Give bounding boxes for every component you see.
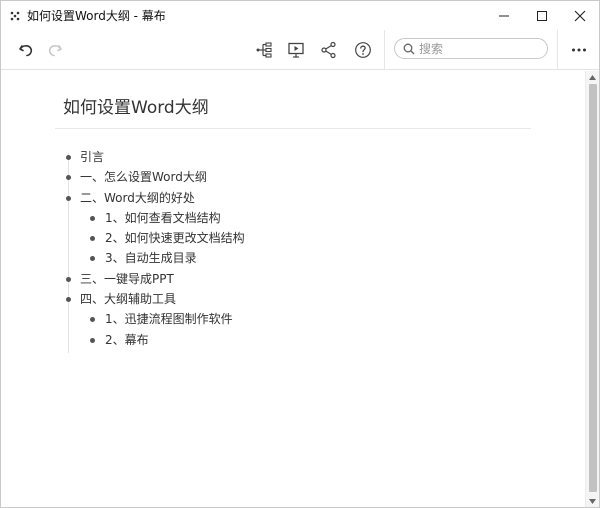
minimize-icon [499,15,509,16]
outline-item-text[interactable]: 1、如何查看文档结构 [105,211,221,225]
outline-item-text[interactable]: 二、Word大纲的好处 [80,191,195,205]
mindmap-button[interactable] [252,38,276,62]
outline-list: 引言一、怎么设置Word大纲 二、Word大纲的好处 1、如何查看文档结构 2、如何快… [63,147,245,350]
document-content: 如何设置Word大纲 引言一、怎么设置Word大纲 二、Word大纲的好处 1、如何… [1,71,585,507]
window-controls [485,1,599,30]
mindmap-icon [256,42,272,58]
outline-item-text[interactable]: 2、如何快速更改文档结构 [105,231,245,245]
bullet-icon[interactable] [90,256,95,262]
bullet-icon[interactable] [90,236,95,242]
redo-button[interactable] [43,38,67,62]
redo-icon [48,45,62,57]
outline-item[interactable]: 四、大纲辅助工具 [63,289,245,309]
outline-item-text[interactable]: 3、自动生成目录 [105,251,197,265]
outline-item[interactable]: 1、迅捷流程图制作软件 [63,309,245,329]
maximize-button[interactable] [523,1,561,30]
minimize-button[interactable] [485,1,523,30]
scroll-up-button[interactable] [586,71,599,83]
outline-item-text[interactable]: 四、大纲辅助工具 [80,292,176,306]
scroll-down-arrow-icon [589,498,596,504]
outline-item-text[interactable]: 三、一键导成PPT [80,272,174,286]
outline-item[interactable]: 三、一键导成PPT [63,269,245,289]
search-input[interactable] [419,41,539,56]
bullet-icon[interactable] [90,337,95,343]
scroll-up-arrow-icon [589,74,596,80]
more-button[interactable] [567,38,591,62]
outline-item-text[interactable]: 一、怎么设置Word大纲 [80,170,207,184]
outline-item[interactable]: 1、如何查看文档结构 [63,208,245,228]
search-box[interactable] [394,38,548,59]
undo-icon [19,45,33,57]
outline-item[interactable]: 2、幕布 [63,330,245,350]
outline-item[interactable]: 3、自动生成目录 [63,248,245,268]
undo-button[interactable] [14,38,38,62]
help-button[interactable] [351,38,375,62]
bullet-icon[interactable] [90,215,95,221]
more-dots-icon [572,48,586,52]
bullet-icon[interactable] [66,297,71,303]
outline-item[interactable]: 引言 [63,147,245,167]
close-button[interactable] [561,1,599,30]
mubu-logo-icon [9,10,21,22]
bullet-icon[interactable] [66,276,71,282]
maximize-icon [537,10,547,21]
outline-item-text[interactable]: 2、幕布 [105,333,149,347]
presentation-button[interactable] [284,38,308,62]
outline-item-text[interactable]: 1、迅捷流程图制作软件 [105,312,233,326]
scroll-down-button[interactable] [586,495,599,507]
vertical-scrollbar[interactable] [585,71,599,507]
bullet-icon[interactable] [66,195,71,201]
presentation-icon [288,42,304,58]
toolbar [1,30,599,70]
outline-item[interactable]: 2、如何快速更改文档结构 [63,228,245,248]
title-bar: 如何设置Word大纲 - 幕布 [1,1,599,30]
app-window: 如何设置Word大纲 - 幕布 搜索 如何设置Word大纲 引言 一、怎么设置W… [0,0,600,508]
outline-item[interactable]: 一、怎么设置Word大纲 [63,167,245,187]
bullet-icon[interactable] [66,175,71,181]
bullet-icon[interactable] [66,155,71,160]
share-icon [321,41,336,59]
toolbar-separator [384,30,385,70]
outline-item[interactable]: 二、Word大纲的好处 [63,188,245,208]
share-button[interactable] [317,38,341,62]
scrollbar-thumb[interactable] [589,84,597,492]
title-divider [55,128,531,129]
window-title: 如何设置Word大纲 - 幕布 [27,9,166,23]
help-icon [355,42,371,58]
outline-item-text[interactable]: 引言 [80,150,104,164]
search-icon [403,43,415,54]
document-title[interactable]: 如何设置Word大纲 [63,93,209,118]
toolbar-separator [557,30,558,70]
close-icon [574,10,586,21]
bullet-icon[interactable] [90,317,95,323]
